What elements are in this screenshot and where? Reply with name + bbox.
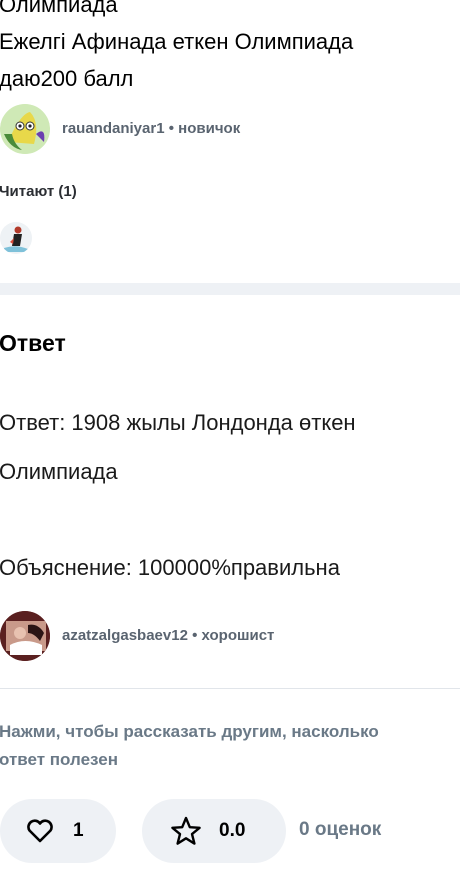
heart-icon [26, 819, 54, 843]
rate-prompt-line: Нажми, чтобы рассказать другим, наскольк… [0, 722, 379, 741]
question-line: Олимпиада [0, 0, 118, 17]
asker-avatar[interactable] [0, 104, 50, 154]
answerer-username[interactable]: azatzalgasbaev12 [62, 627, 188, 644]
star-icon [170, 816, 202, 846]
answer-explanation: Объяснение: 100000%правильна [0, 555, 340, 580]
answerer-avatar[interactable] [0, 611, 50, 661]
reader-avatar[interactable] [0, 222, 32, 254]
likes-count: 1 [73, 820, 84, 841]
divider-line [0, 688, 460, 689]
answerer-info: azatzalgasbaev12 • хорошист [62, 627, 274, 644]
question-line: Ежелгі Афинада еткен Олимпиада [0, 29, 354, 54]
ratings-count-label: 0 оценок [299, 819, 382, 840]
rating-value: 0.0 [219, 820, 246, 841]
rate-prompt-line: ответ полезен [0, 750, 118, 769]
question-text: Олимпиада Ежелгі Афинада еткен Олимпиада… [0, 0, 460, 97]
separator-dot: • [192, 627, 198, 644]
separator-dot: • [168, 120, 174, 137]
rate-button[interactable]: 0.0 [142, 799, 286, 863]
section-divider [0, 283, 460, 295]
rate-prompt: Нажми, чтобы рассказать другим, наскольк… [0, 718, 460, 774]
readers-label: Читают (1) [0, 183, 77, 200]
answerer-rank: хорошист [201, 627, 275, 644]
question-line: даю200 балл [0, 66, 134, 91]
asker-rank: новичок [178, 120, 241, 137]
asker-info: rauandaniyar1 • новичок [62, 120, 240, 137]
like-button[interactable]: 1 [0, 799, 116, 863]
asker-username[interactable]: rauandaniyar1 [62, 120, 165, 137]
answer-heading: Ответ [0, 330, 66, 356]
answer-text-line: Ответ: 1908 жылы Лондонда өткен [0, 410, 356, 435]
answer-text-line: Олимпиада [0, 459, 118, 484]
